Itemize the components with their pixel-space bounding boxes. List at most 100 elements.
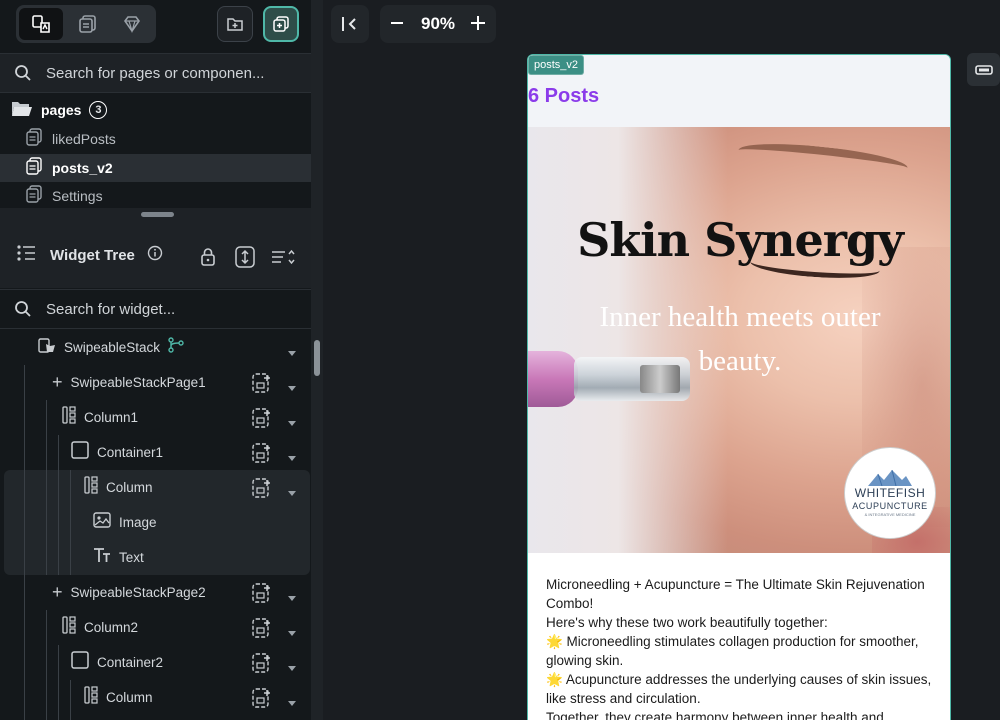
plus-icon: + <box>52 372 63 392</box>
device-preview[interactable]: 6 Posts posts_v2 Skin Synergy Inner heal… <box>527 54 951 720</box>
chevron-down-icon[interactable] <box>288 414 296 432</box>
tree-node-swipeablestack[interactable]: SwipeableStack <box>0 330 311 365</box>
zoom-level: 90% <box>420 14 456 33</box>
tree-node-label: Text <box>119 550 144 565</box>
zoom-out-icon[interactable] <box>390 13 404 38</box>
post-text-line: Together, they create harmony between in… <box>546 710 884 720</box>
tree-node-label: Column <box>106 690 153 705</box>
splitter-handle[interactable] <box>314 340 320 376</box>
left-panel: Search for pages or componen... pages 3 … <box>0 0 311 720</box>
logo-subtitle: ACUPUNCTURE <box>852 500 928 511</box>
chevron-down-icon[interactable] <box>288 344 296 362</box>
resize-handle[interactable] <box>141 212 174 217</box>
add-widget-icon[interactable] <box>252 583 272 608</box>
add-widget-icon[interactable] <box>252 618 272 643</box>
device-toggle-button[interactable] <box>967 53 1000 86</box>
panel-splitter[interactable] <box>311 0 323 720</box>
column-icon <box>62 616 76 639</box>
page-search[interactable]: Search for pages or componen... <box>0 53 311 93</box>
device-landscape-icon <box>974 64 993 75</box>
pages-folder[interactable]: pages 3 <box>0 96 311 124</box>
post-text-line: Here's why these two work beautifully to… <box>546 615 828 630</box>
chevron-down-icon[interactable] <box>288 694 296 712</box>
page-item-label: posts_v2 <box>52 160 113 176</box>
chevron-down-icon[interactable] <box>288 589 296 607</box>
page-name-tag[interactable]: posts_v2 <box>528 55 585 75</box>
tree-node-swipeablestackpage2[interactable]: + SwipeableStackPage2 <box>0 575 311 610</box>
branch-icon <box>168 337 184 358</box>
tree-node-image[interactable]: Image <box>0 505 311 540</box>
diamond-icon[interactable] <box>110 8 154 40</box>
page-item-settings[interactable]: Settings <box>0 182 311 210</box>
add-widget-icon[interactable] <box>252 653 272 678</box>
column-icon <box>84 686 98 709</box>
tree-node-label: Container1 <box>97 445 164 460</box>
tree-node-label: Column2 <box>84 620 139 635</box>
widget-search[interactable]: Search for widget... <box>0 289 311 329</box>
post-text-line: 🌟 Acupuncture addresses the underlying c… <box>546 672 932 706</box>
tree-node-label: SwipeableStack <box>64 340 161 355</box>
page-icon <box>26 156 42 180</box>
chevron-down-icon[interactable] <box>288 624 296 642</box>
page-item-likedposts[interactable]: likedPosts <box>0 125 311 153</box>
clinic-logo: WHITEFISH ACUPUNCTURE & INTEGRATIVE MEDI… <box>844 447 936 539</box>
widget-tree-title: Widget Tree <box>50 246 135 264</box>
eyebrow-shape <box>737 138 909 180</box>
add-widget-icon[interactable] <box>252 443 272 468</box>
page-item-posts-v2[interactable]: posts_v2 <box>0 154 311 182</box>
add-widget-icon[interactable] <box>252 688 272 713</box>
tree-node-column[interactable]: Column <box>0 470 311 505</box>
info-icon[interactable] <box>147 245 163 266</box>
plus-icon: + <box>52 582 63 602</box>
tree-node-swipeablestackpage1[interactable]: + SwipeableStackPage1 <box>0 365 311 400</box>
folder-plus-icon <box>227 18 243 31</box>
tree-node-column-2[interactable]: Column <box>0 680 311 715</box>
tree-node-container1[interactable]: Container1 <box>0 435 311 470</box>
pages-folder-label: pages <box>41 102 82 118</box>
sort-options-icon[interactable] <box>271 249 295 270</box>
add-widget-icon[interactable] <box>252 408 272 433</box>
chevron-down-icon[interactable] <box>288 379 296 397</box>
tree-node-label: SwipeableStackPage1 <box>70 375 206 390</box>
tree-list-icon <box>16 243 36 268</box>
swipeable-stack-icon <box>38 336 56 359</box>
post-text: Microneedling + Acupuncture = The Ultima… <box>546 575 936 720</box>
collapse-left-icon <box>342 17 356 31</box>
page-icon <box>26 127 42 151</box>
lock-icon[interactable] <box>199 247 217 272</box>
tree-node-column1[interactable]: Column1 <box>0 400 311 435</box>
zoom-in-icon[interactable] <box>470 13 486 38</box>
logo-tagline: & INTEGRATIVE MEDICINE <box>864 511 916 517</box>
logo-name: WHITEFISH <box>854 485 926 500</box>
widget-search-placeholder: Search for widget... <box>46 300 176 318</box>
chevron-down-icon[interactable] <box>288 484 296 502</box>
text-type-icon <box>93 547 111 568</box>
add-page-button[interactable] <box>263 6 299 42</box>
collapse-panel-button[interactable] <box>331 5 369 43</box>
expand-vertical-icon[interactable] <box>235 246 255 273</box>
post-text-line: Microneedling + Acupuncture = The Ultima… <box>546 577 925 611</box>
tree-node-column2[interactable]: Column2 <box>0 610 311 645</box>
pages-count-badge: 3 <box>89 101 108 119</box>
page-icon <box>26 184 42 208</box>
post-image[interactable]: Skin Synergy Inner health meets outer be… <box>528 127 950 553</box>
chevron-down-icon[interactable] <box>288 449 296 467</box>
tree-node-container2[interactable]: Container2 <box>0 645 311 680</box>
translate-icon[interactable] <box>19 8 63 40</box>
tree-node-text[interactable]: Text <box>0 540 311 575</box>
add-folder-button[interactable] <box>217 6 253 42</box>
post-text-line: 🌟 Microneedling stimulates collagen prod… <box>546 634 919 668</box>
zoom-control: 90% <box>380 5 496 43</box>
search-icon <box>0 300 46 318</box>
page-item-label: Settings <box>52 188 103 204</box>
panel-toolbar <box>0 0 311 52</box>
pages-stack-icon[interactable] <box>66 8 110 40</box>
add-widget-icon[interactable] <box>252 373 272 398</box>
tree-node-label: Column1 <box>84 410 139 425</box>
posts-count-title: 6 Posts <box>528 85 600 107</box>
container-icon <box>71 651 89 674</box>
chevron-down-icon[interactable] <box>288 659 296 677</box>
add-widget-icon[interactable] <box>252 478 272 503</box>
column-icon <box>84 476 98 499</box>
page-search-placeholder: Search for pages or componen... <box>46 64 265 82</box>
